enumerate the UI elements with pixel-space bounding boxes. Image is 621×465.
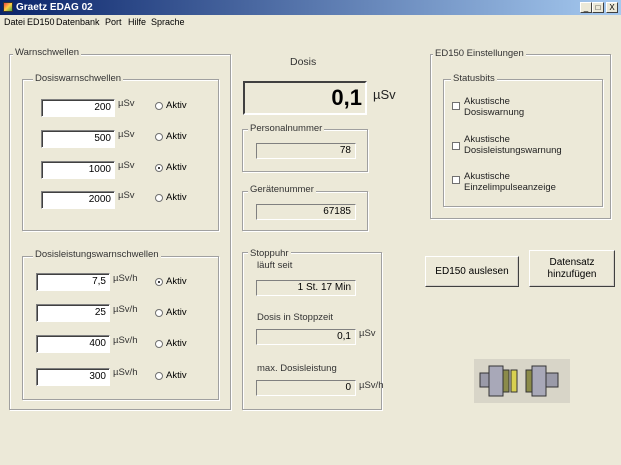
radio-label: Aktiv [166,100,187,111]
dosisleistungswarnschwellen-label: Dosisleistungswarnschwellen [33,249,161,261]
akustische-einzelimpulseanzeige-checkbox[interactable] [452,176,460,184]
checkbox-label: Akustische Dosiswarnung [464,96,525,118]
restore-button[interactable]: □ [592,2,604,13]
statusbits-label: Statusbits [451,73,497,85]
ed150-einstellungen-label: ED150 Einstellungen [433,48,526,60]
dosis-aktiv-radio-3[interactable] [155,164,163,172]
leistung-threshold-input-1[interactable]: 7,5 [36,273,110,291]
unit-label: µSv/h [113,273,138,284]
radio-label: Aktiv [166,307,187,318]
checkbox-label: Akustische Einzelimpulseanzeige [464,171,556,193]
checkbox-label: Akustische Dosisleistungswarnung [464,134,562,156]
geraetenummer-field: 67185 [256,204,356,220]
unit-label: µSv [118,160,135,171]
dosis-aktiv-radio-4[interactable] [155,194,163,202]
leistung-aktiv-radio-1[interactable] [155,278,163,286]
radio-label: Aktiv [166,338,187,349]
dosis-threshold-input-3[interactable]: 1000 [41,161,115,179]
unit-label: µSv [118,98,135,109]
radio-label: Aktiv [166,370,187,381]
unit-label: µSv [359,328,376,339]
unit-label: µSv/h [113,335,138,346]
dosis-threshold-input-2[interactable]: 500 [41,130,115,148]
menu-port[interactable]: Port [105,16,122,28]
menu-datei[interactable]: Datei [4,16,25,28]
warnschwellen-label: Warnschwellen [13,47,82,59]
radio-label: Aktiv [166,192,187,203]
dosis-threshold-input-1[interactable]: 200 [41,99,115,117]
leistung-aktiv-radio-4[interactable] [155,372,163,380]
radio-label: Aktiv [166,276,187,287]
leistung-threshold-input-4[interactable]: 300 [36,368,110,386]
dosis-label: Dosis [290,56,317,68]
laeuft-seit-field: 1 St. 17 Min [256,280,356,296]
dosis-aktiv-radio-2[interactable] [155,133,163,141]
dosis-aktiv-radio-1[interactable] [155,102,163,110]
max-dosisleistung-label: max. Dosisleistung [257,363,337,374]
title-bar: Graetz EDAG 02 _ □ X [0,0,621,15]
radio-label: Aktiv [166,131,187,142]
menu-bar: Datei ED150 Datenbank Port Hilfe Sprache [0,15,621,29]
unit-label: µSv/h [113,367,138,378]
menu-datenbank[interactable]: Datenbank [56,16,100,28]
dosiswarnschwellen-label: Dosiswarnschwellen [33,73,124,85]
dosis-value: 0,1 [331,85,362,110]
datensatz-hinzufuegen-button[interactable]: Datensatz hinzufügen [529,250,615,287]
menu-ed150[interactable]: ED150 [27,16,55,28]
personalnummer-label: Personalnummer [248,123,325,135]
menu-hilfe[interactable]: Hilfe [128,16,146,28]
device-dock-icon [474,359,570,403]
personalnummer-field: 78 [256,143,356,159]
dosis-stoppzeit-field: 0,1 [256,329,356,345]
radio-label: Aktiv [166,162,187,173]
dosis-threshold-input-4[interactable]: 2000 [41,191,115,209]
akustische-dosiswarnung-checkbox[interactable] [452,102,460,110]
close-button[interactable]: X [606,2,618,13]
minimize-button[interactable]: _ [580,2,592,13]
akustische-dosisleistungswarnung-checkbox[interactable] [452,142,460,150]
geraetenummer-label: Gerätenummer [248,184,316,196]
unit-label: µSv [118,129,135,140]
unit-label: µSv/h [113,304,138,315]
window-title: Graetz EDAG 02 [16,2,93,13]
dosis-unit: µSv [373,87,396,102]
app-icon [3,2,13,12]
leistung-threshold-input-3[interactable]: 400 [36,335,110,353]
unit-label: µSv/h [359,380,384,391]
dosis-stoppzeit-label: Dosis in Stoppzeit [257,312,334,323]
ed150-auslesen-button[interactable]: ED150 auslesen [425,256,519,287]
dosis-display: 0,1 [243,81,367,115]
stoppuhr-label: Stoppuhr [248,248,291,260]
max-dosisleistung-field: 0 [256,380,356,396]
leistung-aktiv-radio-3[interactable] [155,340,163,348]
unit-label: µSv [118,190,135,201]
menu-sprache[interactable]: Sprache [151,16,185,28]
leistung-aktiv-radio-2[interactable] [155,309,163,317]
laeuft-seit-label: läuft seit [257,260,293,271]
leistung-threshold-input-2[interactable]: 25 [36,304,110,322]
